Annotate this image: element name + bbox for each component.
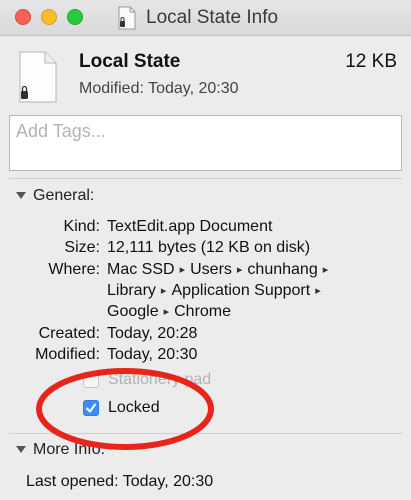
path-item: Google (107, 303, 159, 320)
path-arrow-icon: ▸ (236, 264, 243, 276)
checkmark-icon (86, 403, 96, 413)
where-path-line-3: Google ▸ Chrome (107, 303, 231, 321)
tags-input[interactable] (10, 116, 401, 147)
divider (9, 433, 402, 434)
stationery-pad-checkbox[interactable] (83, 372, 99, 388)
info-panel: Local State 12 KB Modified: Today, 20:30… (0, 37, 411, 500)
locked-checkbox-row[interactable]: Locked (83, 399, 160, 417)
path-arrow-icon: ▸ (315, 285, 321, 297)
path-item: Mac SSD (107, 261, 175, 278)
created-value: Today, 20:28 (107, 325, 198, 342)
path-item: Application Support (171, 282, 311, 299)
size-value: 12,111 bytes (12 KB on disk) (107, 239, 311, 256)
general-heading: General: (33, 187, 95, 204)
close-window-button[interactable] (15, 9, 31, 25)
kind-value: TextEdit.app Document (107, 218, 273, 235)
stationery-pad-label: Stationery pad (108, 371, 212, 388)
document-icon (118, 6, 136, 30)
title-bar: Local State Info (0, 0, 411, 36)
document-icon (19, 51, 57, 103)
path-arrow-icon: ▸ (163, 306, 170, 318)
path-item: Library (107, 282, 156, 299)
disclosure-triangle-expanded-icon (16, 446, 26, 453)
kind-label: Kind: (63, 218, 100, 235)
last-opened-value: Today, 20:30 (122, 473, 214, 490)
path-item: chunhang (247, 261, 318, 278)
more-info-section-toggle[interactable]: More Info: (16, 441, 105, 459)
modified-value: Today, 20:30 (107, 346, 198, 363)
where-label: Where: (48, 261, 100, 278)
where-path-line-1: Mac SSD ▸ Users ▸ chunhang ▸ (107, 261, 333, 279)
path-arrow-icon: ▸ (322, 264, 329, 276)
path-item: Users (190, 261, 232, 278)
file-name: Local State (79, 51, 181, 72)
stationery-pad-checkbox-row[interactable]: Stationery pad (83, 371, 211, 389)
path-arrow-icon: ▸ (179, 264, 186, 276)
disclosure-triangle-expanded-icon (16, 192, 26, 199)
created-label: Created: (38, 325, 100, 342)
minimize-window-button[interactable] (41, 9, 57, 25)
divider (9, 178, 402, 179)
window-title: Local State Info (146, 7, 279, 28)
file-size: 12 KB (345, 51, 397, 72)
file-modified-date: Modified: Today, 20:30 (79, 80, 239, 97)
path-arrow-icon: ▸ (160, 285, 167, 297)
locked-checkbox[interactable] (83, 400, 99, 416)
last-opened-row: Last opened: Today, 20:30 (26, 473, 213, 491)
general-section-toggle[interactable]: General: (16, 187, 94, 205)
last-opened-label: Last opened: (26, 473, 119, 490)
size-label: Size: (64, 239, 100, 256)
zoom-window-button[interactable] (67, 9, 83, 25)
modified-label: Modified: (35, 346, 100, 363)
where-path-line-2: Library ▸ Application Support ▸ (107, 282, 326, 300)
tags-field[interactable] (9, 115, 402, 171)
locked-label: Locked (108, 399, 160, 416)
more-info-heading: More Info: (33, 441, 106, 458)
path-item: Chrome (174, 303, 232, 320)
